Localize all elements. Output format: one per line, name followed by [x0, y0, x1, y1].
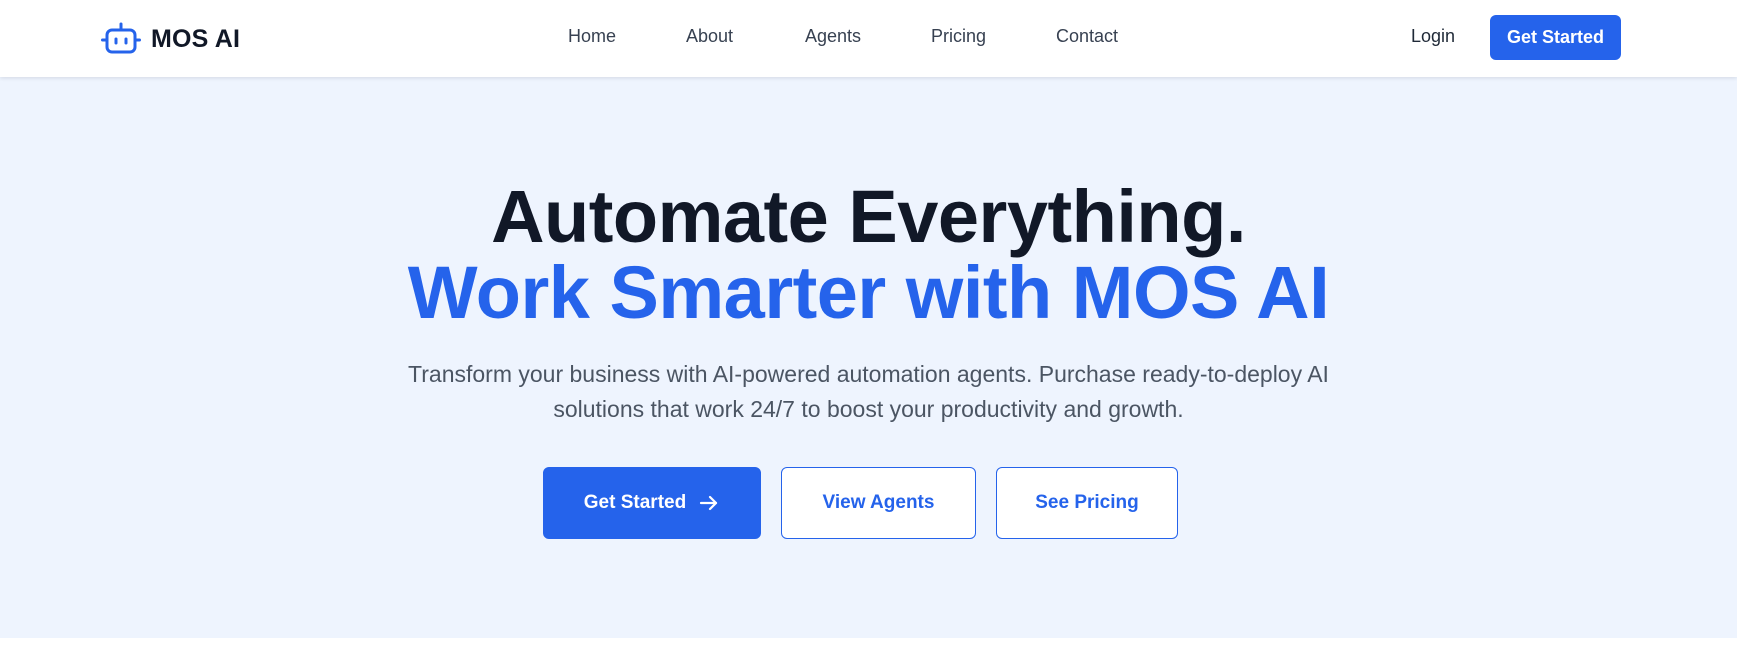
main-nav: Home About Agents Pricing Contact: [0, 0, 1737, 77]
hero-section: Automate Everything. Work Smarter with M…: [0, 77, 1737, 638]
login-link[interactable]: Login: [1411, 26, 1455, 47]
nav-link-pricing[interactable]: Pricing: [931, 26, 986, 47]
hero-headline-primary: Automate Everything.: [491, 175, 1246, 258]
nav-link-contact[interactable]: Contact: [1056, 26, 1118, 47]
hero-get-started-label: Get Started: [583, 492, 687, 513]
nav-link-agents[interactable]: Agents: [805, 26, 861, 47]
arrow-right-icon: [698, 492, 720, 514]
hero-headline-highlight: Work Smarter with MOS AI: [407, 251, 1330, 334]
view-agents-button[interactable]: View Agents: [781, 467, 976, 539]
hero-subtitle: Transform your business with AI-powered …: [408, 361, 1329, 422]
nav-get-started-button[interactable]: Get Started: [1490, 15, 1621, 60]
see-pricing-button[interactable]: See Pricing: [996, 467, 1178, 539]
nav-link-home[interactable]: Home: [568, 26, 616, 47]
hero-get-started-button[interactable]: Get Started: [543, 467, 761, 539]
top-navbar: MOS AI Home About Agents Pricing Contact…: [0, 0, 1737, 77]
nav-link-about[interactable]: About: [686, 26, 733, 47]
